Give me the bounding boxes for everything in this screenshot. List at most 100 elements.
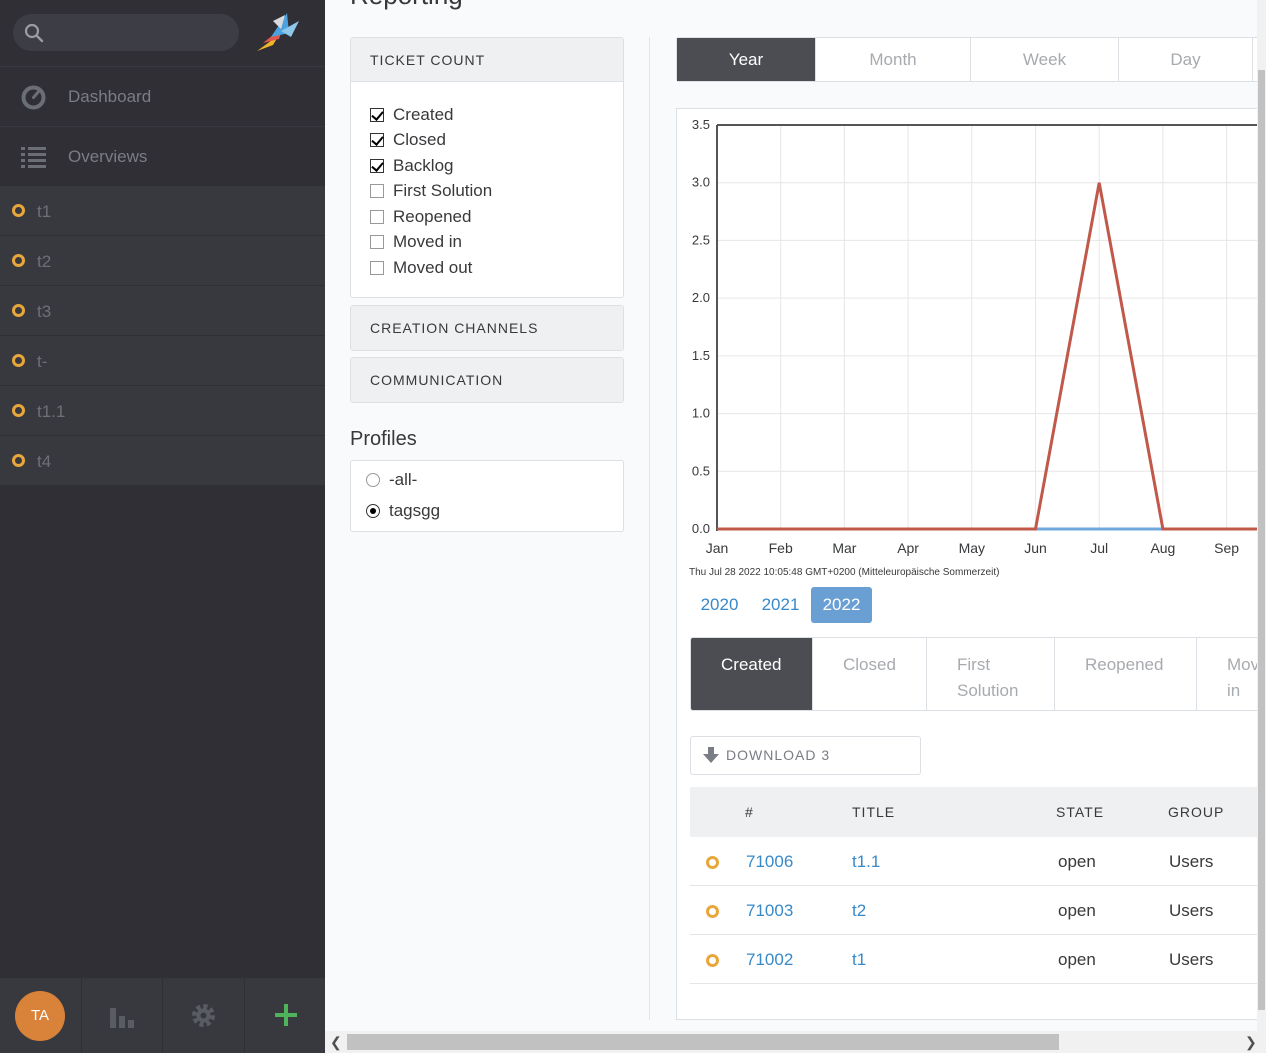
- sidebar-item-dashboard[interactable]: Dashboard: [0, 66, 325, 126]
- column-header-title[interactable]: TITLE: [852, 804, 895, 820]
- overview-item-t1[interactable]: t1: [0, 186, 325, 236]
- profile-option-tagsgg[interactable]: tagsgg: [366, 501, 440, 521]
- overview-item-t-[interactable]: t-: [0, 336, 325, 386]
- checkbox-row[interactable]: First Solution: [370, 179, 623, 205]
- tab-month[interactable]: Month: [816, 38, 971, 81]
- overview-list: t1 t2 t3 t- t1.1 t4: [0, 186, 325, 486]
- tab-reopened[interactable]: Reopened: [1055, 638, 1197, 710]
- y-tick-label: 3.0: [692, 175, 710, 190]
- checkbox-row[interactable]: Reopened: [370, 204, 623, 230]
- checkbox[interactable]: [370, 158, 384, 173]
- sidebar-item-overviews[interactable]: Overviews: [0, 126, 325, 186]
- horizontal-scrollbar[interactable]: ❮ ❯: [325, 1031, 1266, 1053]
- communication-header[interactable]: COMMUNICATION: [351, 358, 623, 402]
- ticket-title-link[interactable]: t1: [852, 950, 866, 970]
- checkbox[interactable]: [370, 133, 384, 148]
- year-2022[interactable]: 2022: [811, 587, 872, 623]
- download-arrow-icon: [703, 747, 719, 763]
- dashboard-gauge-icon: [21, 85, 46, 110]
- ticket-count-header[interactable]: TICKET COUNT: [351, 38, 623, 82]
- main-content: Reporting TICKET COUNT CreatedClosedBack…: [325, 0, 1266, 1031]
- sidebar: Dashboard Overviews t1 t2 t3 t- t1.1 t4: [0, 0, 325, 1053]
- year-2021[interactable]: 2021: [750, 587, 811, 623]
- reporting-button[interactable]: [81, 978, 162, 1053]
- horizontal-scroll-thumb[interactable]: [347, 1034, 1059, 1050]
- settings-button[interactable]: [162, 978, 243, 1053]
- column-header-group[interactable]: GROUP: [1168, 804, 1224, 820]
- ticket-state: open: [1058, 852, 1096, 871]
- ticket-number-link[interactable]: 71003: [746, 901, 793, 921]
- x-tick-label: Jan: [706, 540, 729, 556]
- overview-label: t2: [37, 252, 52, 271]
- tab-week[interactable]: Week: [971, 38, 1119, 81]
- overview-item-t4[interactable]: t4: [0, 436, 325, 486]
- overview-label: t-: [37, 352, 48, 371]
- period-tabs: Year Month Week Day: [676, 37, 1266, 82]
- logo-icon[interactable]: [253, 9, 305, 55]
- scroll-left-icon[interactable]: ❮: [330, 1034, 342, 1051]
- y-tick-label: 0.0: [692, 521, 710, 536]
- profiles-list: -all- tagsgg: [350, 460, 624, 532]
- radio-button[interactable]: [366, 473, 380, 487]
- profile-option-all[interactable]: -all-: [366, 470, 417, 490]
- checkbox-label: Moved out: [393, 257, 473, 277]
- checkbox[interactable]: [370, 209, 384, 224]
- checkbox-row[interactable]: Moved out: [370, 255, 623, 281]
- open-status-icon: [706, 954, 719, 967]
- reporting-bar-chart-icon: [110, 1008, 134, 1028]
- checkbox[interactable]: [370, 184, 384, 199]
- ticket-count-chart: 0.0 0.5 1.0 1.5 2.0 2.5 3.0 3.5 Jan Feb Mar Apr May J…: [692, 117, 1266, 556]
- column-divider: [649, 37, 650, 1020]
- checkbox-row[interactable]: Backlog: [370, 153, 623, 179]
- year-2020[interactable]: 2020: [689, 587, 750, 623]
- column-header-number[interactable]: #: [745, 804, 754, 820]
- radio-button[interactable]: [366, 504, 380, 518]
- list-icon: [21, 147, 46, 168]
- ticket-number-link[interactable]: 71002: [746, 950, 793, 970]
- open-status-icon: [12, 404, 25, 417]
- overview-item-t1-1[interactable]: t1.1: [0, 386, 325, 436]
- tab-closed[interactable]: Closed: [813, 638, 927, 710]
- checkbox-row[interactable]: Moved in: [370, 230, 623, 256]
- x-tick-label: Apr: [897, 540, 919, 556]
- open-status-icon: [706, 905, 719, 918]
- checkbox[interactable]: [370, 107, 384, 122]
- scroll-right-icon[interactable]: ❯: [1245, 1034, 1257, 1051]
- metric-tabs: Created Closed First Solution Reopened M…: [690, 637, 1266, 711]
- tab-moved-in[interactable]: Moved in: [1197, 638, 1266, 710]
- ticket-title-link[interactable]: t2: [852, 901, 866, 921]
- tab-first-solution[interactable]: First Solution: [927, 638, 1055, 710]
- vertical-scroll-thumb[interactable]: [1258, 70, 1265, 1010]
- checkbox-row[interactable]: Created: [370, 102, 623, 128]
- search-icon: [24, 23, 44, 43]
- new-ticket-button[interactable]: [244, 978, 325, 1053]
- gear-icon: [192, 1004, 215, 1027]
- plus-icon: [275, 1004, 297, 1026]
- ticket-title-link[interactable]: t1.1: [852, 852, 880, 872]
- overview-item-t2[interactable]: t2: [0, 236, 325, 286]
- checkbox[interactable]: [370, 235, 384, 250]
- avatar[interactable]: TA: [15, 991, 65, 1041]
- records-table: # TITLE STATE GROUP 71006 t1.1 open User…: [690, 787, 1266, 984]
- open-status-icon: [706, 856, 719, 869]
- overview-label: t1.1: [37, 402, 66, 421]
- overview-label: t3: [37, 302, 52, 321]
- ticket-number-link[interactable]: 71006: [746, 852, 793, 872]
- tab-year[interactable]: Year: [677, 38, 816, 81]
- checkbox[interactable]: [370, 260, 384, 275]
- profile-label: -all-: [389, 470, 418, 489]
- tab-day[interactable]: Day: [1119, 38, 1253, 81]
- y-tick-label: 1.5: [692, 348, 710, 363]
- column-header-state[interactable]: STATE: [1056, 804, 1104, 820]
- checkbox-row[interactable]: Closed: [370, 128, 623, 154]
- open-status-icon: [12, 354, 25, 367]
- download-records-button[interactable]: DOWNLOAD 3 RECORD(S): [690, 736, 921, 800]
- creation-channels-header[interactable]: CREATION CHANNELS: [351, 306, 623, 350]
- tab-created[interactable]: Created: [691, 638, 813, 710]
- profiles-title: Profiles: [350, 428, 417, 450]
- overview-item-t3[interactable]: t3: [0, 286, 325, 336]
- open-status-icon: [12, 254, 25, 267]
- communication-panel: COMMUNICATION: [350, 357, 624, 403]
- vertical-scrollbar[interactable]: [1257, 0, 1266, 1031]
- search-input[interactable]: [13, 14, 239, 51]
